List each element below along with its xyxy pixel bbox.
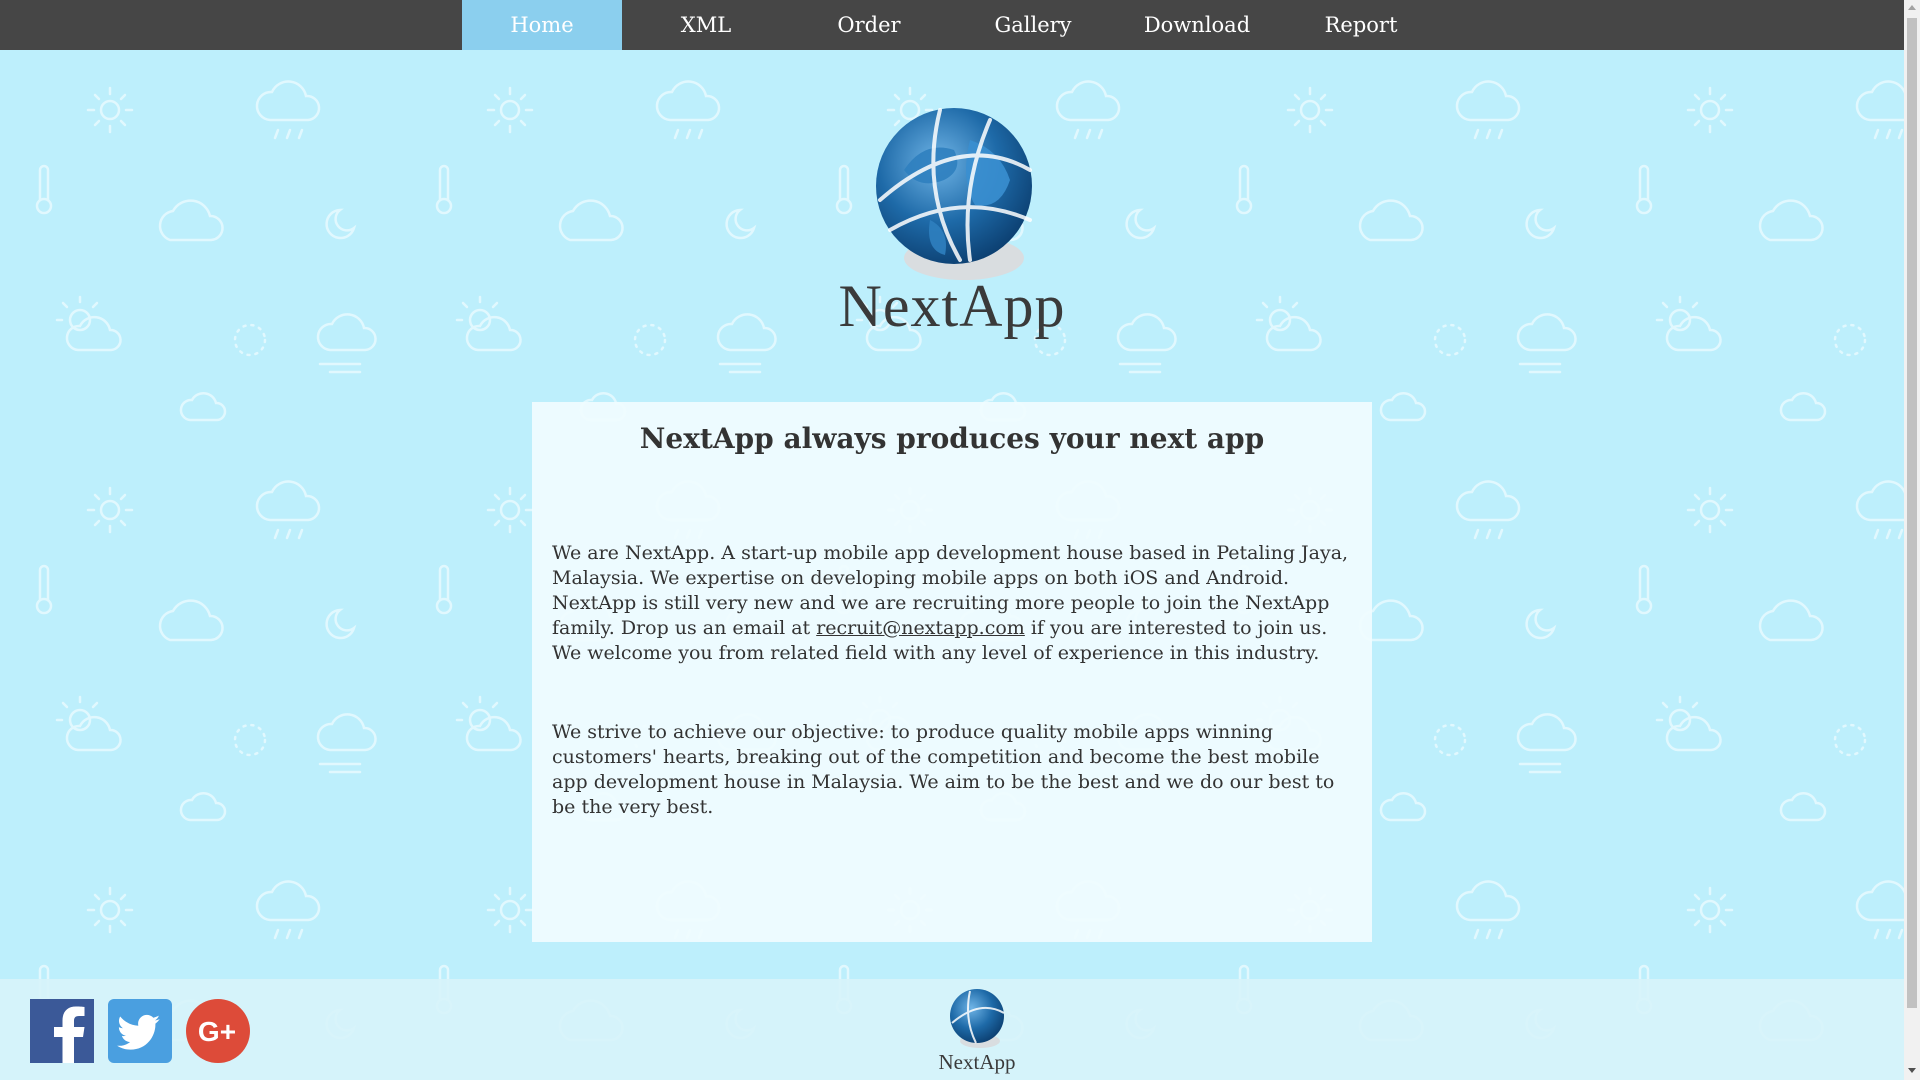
about-paragraph: We are NextApp. A start-up mobile app de… [552,541,1352,666]
scroll-up-arrow-icon[interactable] [1908,5,1916,10]
twitter-icon[interactable] [108,999,172,1063]
content-title: NextApp always produces your next app [639,422,1265,455]
footer-logo-text: NextApp [938,1050,1016,1074]
objective-paragraph: We strive to achieve our objective: to p… [552,721,1335,818]
scrollbar-thumb[interactable] [1907,18,1917,1008]
globe-icon [876,108,1032,280]
facebook-icon[interactable] [30,999,94,1063]
nav-order[interactable]: Order [789,0,949,50]
scroll-down-arrow-icon[interactable] [1908,1068,1916,1073]
footer: G+ NextApp [0,979,1904,1080]
recruit-email-link[interactable]: recruit@nextapp.com [816,617,1025,639]
nav-report[interactable]: Report [1281,0,1441,50]
google-plus-icon[interactable]: G+ [186,999,250,1063]
nav-home[interactable]: Home [462,0,622,50]
svg-text:G+: G+ [198,1016,236,1047]
nav-download[interactable]: Download [1117,0,1277,50]
top-navigation-bar: Home XML Order Gallery Download Report [0,0,1904,50]
vertical-scrollbar[interactable] [1904,0,1920,1080]
nav-gallery[interactable]: Gallery [953,0,1113,50]
footer-logo[interactable]: NextApp [930,987,1024,1077]
site-logo[interactable]: NextApp [820,100,1084,360]
logo-text: NextApp [838,273,1066,339]
about-content-card: NextApp always produces your next app We… [532,402,1372,942]
nav-xml[interactable]: XML [626,0,786,50]
globe-icon [950,989,1005,1048]
